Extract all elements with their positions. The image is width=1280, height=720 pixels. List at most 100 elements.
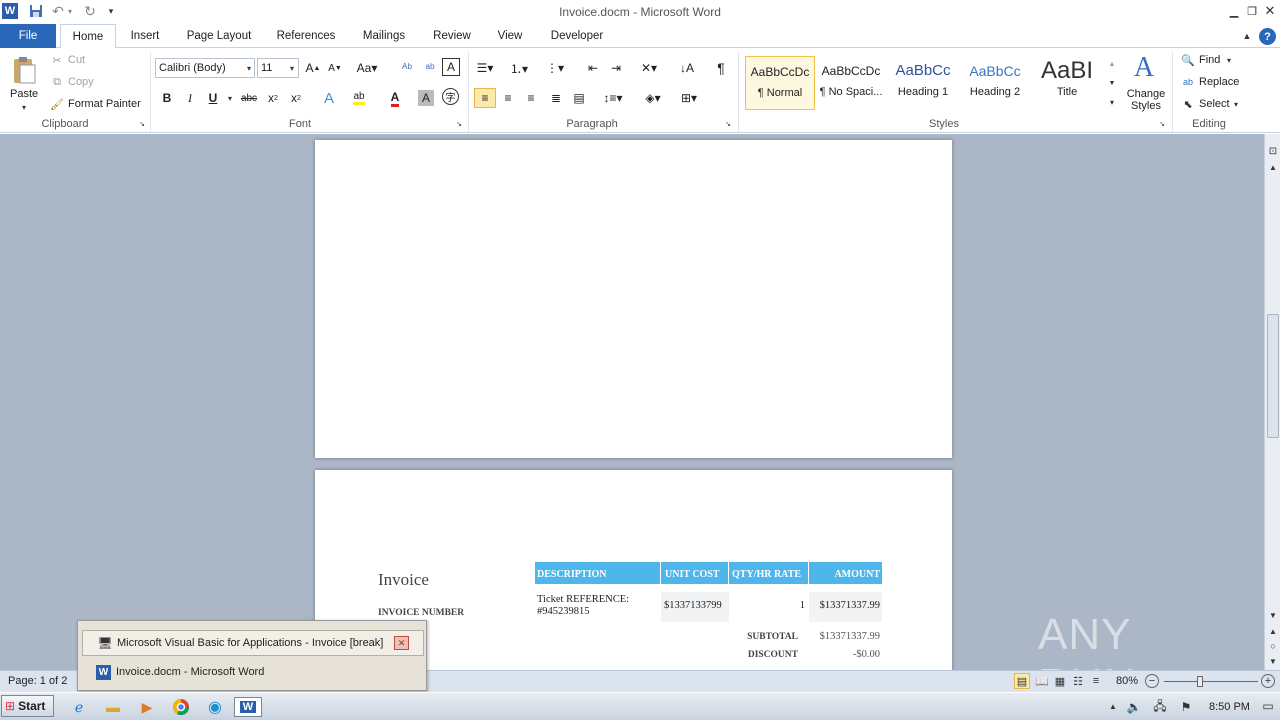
distributed-icon[interactable]: ▤ xyxy=(568,88,590,108)
select-dropdown-icon[interactable]: ▾ xyxy=(1231,98,1241,110)
popup-close-icon[interactable]: ✕ xyxy=(394,636,409,650)
text-effects-icon[interactable]: A xyxy=(318,88,340,108)
minimize-icon[interactable]: ▁ xyxy=(1226,3,1242,19)
next-page-icon[interactable]: ▼ xyxy=(1266,654,1280,668)
zoom-in-icon[interactable]: + xyxy=(1261,674,1275,688)
grow-font-icon[interactable]: A ▲ xyxy=(302,58,324,78)
highlight-icon[interactable]: ab xyxy=(348,88,370,108)
zoom-slider-thumb[interactable] xyxy=(1197,676,1203,687)
paste-dropdown-icon[interactable]: ▾ xyxy=(19,102,29,112)
sort-icon[interactable]: ↓A xyxy=(676,58,698,78)
change-styles-button[interactable]: Change Styles xyxy=(1124,88,1168,112)
zoom-slider[interactable] xyxy=(1164,681,1258,682)
font-launcher-icon[interactable]: ↘ xyxy=(455,120,463,128)
network-icon[interactable]: 🖧 xyxy=(1152,699,1168,715)
format-painter-button[interactable]: Format Painter xyxy=(68,98,141,110)
multilevel-list-icon[interactable]: ⋮▾ xyxy=(544,58,566,78)
replace-button[interactable]: Replace xyxy=(1199,76,1239,88)
character-shading-icon[interactable]: A xyxy=(418,90,434,106)
style-normal[interactable]: AaBbCcDc ¶ Normal xyxy=(745,56,815,110)
cut-button[interactable]: Cut xyxy=(68,54,85,66)
align-left-icon[interactable]: ≡ xyxy=(474,88,496,108)
zoom-level[interactable]: 80% xyxy=(1116,675,1138,687)
character-border-icon[interactable]: A xyxy=(442,58,460,76)
zoom-out-icon[interactable]: − xyxy=(1145,674,1159,688)
previous-page-icon[interactable]: ▲ xyxy=(1266,624,1280,638)
bold-icon[interactable]: B xyxy=(156,88,178,108)
replace-icon[interactable]: ab xyxy=(1180,75,1196,89)
justify-icon[interactable]: ≣ xyxy=(545,88,567,108)
popup-item-vba[interactable]: 🖥 Microsoft Visual Basic for Application… xyxy=(82,630,424,656)
decrease-indent-icon[interactable]: ⇤ xyxy=(582,58,604,78)
font-size-dropdown-icon[interactable]: ▾ xyxy=(287,60,297,76)
shading-icon[interactable]: ◈▾ xyxy=(642,88,664,108)
explorer-icon[interactable]: ▬ xyxy=(102,697,124,717)
font-name-dropdown-icon[interactable]: ▾ xyxy=(244,60,254,76)
cut-icon[interactable]: ✂ xyxy=(50,53,64,67)
show-formatting-icon[interactable]: ¶ xyxy=(710,58,732,78)
find-icon[interactable]: 🔍 xyxy=(1180,53,1196,67)
tab-file[interactable]: File xyxy=(0,24,56,48)
ruler-toggle-icon[interactable]: ⊡ xyxy=(1266,144,1280,158)
show-desktop-icon[interactable]: ▭ xyxy=(1259,698,1277,714)
select-icon[interactable]: ⬉ xyxy=(1180,97,1196,111)
paste-button[interactable]: Paste xyxy=(10,88,38,100)
change-case-icon[interactable]: Aa▾ xyxy=(356,58,378,78)
select-button[interactable]: Select xyxy=(1199,98,1230,110)
increase-indent-icon[interactable]: ⇥ xyxy=(605,58,627,78)
asian-layout-icon[interactable]: ✕▾ xyxy=(638,58,660,78)
web-layout-icon[interactable]: ▦ xyxy=(1052,673,1068,689)
find-button[interactable]: Find xyxy=(1199,54,1220,66)
style-no-spacing[interactable]: AaBbCcDc ¶ No Spaci... xyxy=(816,56,886,110)
vertical-scrollbar[interactable]: ⊡ ▲ ▼ ▲ ○ ▼ xyxy=(1264,134,1280,670)
copy-button[interactable]: Copy xyxy=(68,76,94,88)
borders-icon[interactable]: ⊞▾ xyxy=(678,88,700,108)
strikethrough-icon[interactable]: abc xyxy=(238,88,260,108)
italic-icon[interactable]: I xyxy=(179,88,201,108)
page-indicator[interactable]: Page: 1 of 2 xyxy=(8,675,67,687)
clipboard-launcher-icon[interactable]: ↘ xyxy=(138,120,146,128)
line-spacing-icon[interactable]: ↕≡▾ xyxy=(602,88,624,108)
paste-icon[interactable] xyxy=(10,54,38,86)
tab-review[interactable]: Review xyxy=(426,24,478,48)
action-center-icon[interactable]: ⚑ xyxy=(1178,699,1194,715)
tab-mailings[interactable]: Mailings xyxy=(354,24,414,48)
close-icon[interactable]: ✕ xyxy=(1262,3,1278,19)
popup-item-word[interactable]: W Invoice.docm - Microsoft Word xyxy=(82,660,424,686)
copy-icon[interactable]: ⧉ xyxy=(50,75,64,89)
scroll-up-icon[interactable]: ▲ xyxy=(1266,160,1280,174)
draft-icon[interactable]: ≡ xyxy=(1088,673,1104,689)
underline-dropdown-icon[interactable]: ▾ xyxy=(226,92,234,104)
browse-object-icon[interactable]: ○ xyxy=(1266,639,1280,653)
find-dropdown-icon[interactable]: ▾ xyxy=(1224,54,1234,66)
shrink-font-icon[interactable]: A ▼ xyxy=(324,58,346,78)
clear-formatting-icon[interactable]: ᴬᵇ xyxy=(396,58,418,78)
numbering-icon[interactable]: ⒈▾ xyxy=(508,58,530,78)
print-layout-icon[interactable]: ▤ xyxy=(1014,673,1030,689)
volume-icon[interactable]: 🔈 xyxy=(1126,699,1142,715)
chrome-icon[interactable] xyxy=(170,697,192,717)
superscript-icon[interactable]: x2 xyxy=(285,88,307,108)
tab-page-layout[interactable]: Page Layout xyxy=(180,24,258,48)
style-title[interactable]: AaBI Title xyxy=(1032,56,1102,110)
document-area[interactable]: Invoice INVOICE NUMBER DESCRIPTION UNIT … xyxy=(0,134,1264,670)
clock[interactable]: 8:50 PM xyxy=(1209,701,1250,713)
full-screen-reading-icon[interactable]: 📖 xyxy=(1034,673,1050,689)
help-icon[interactable]: ? xyxy=(1259,28,1276,45)
style-heading-1[interactable]: AaBbCc Heading 1 xyxy=(888,56,958,110)
styles-scroll-down-icon[interactable]: ▼ xyxy=(1106,75,1118,91)
enclose-characters-icon[interactable]: 字 xyxy=(442,88,459,105)
tab-view[interactable]: View xyxy=(490,24,530,48)
tab-developer[interactable]: Developer xyxy=(542,24,612,48)
paragraph-launcher-icon[interactable]: ↘ xyxy=(724,120,732,128)
scroll-down-icon[interactable]: ▼ xyxy=(1266,608,1280,622)
scroll-thumb[interactable] xyxy=(1267,314,1279,438)
font-color-icon[interactable]: A xyxy=(384,88,406,108)
word-taskbar-icon[interactable]: W xyxy=(234,697,262,717)
align-center-icon[interactable]: ≡ xyxy=(497,88,519,108)
subscript-icon[interactable]: x2 xyxy=(262,88,284,108)
page-1[interactable] xyxy=(315,140,952,458)
underline-icon[interactable]: U xyxy=(202,88,224,108)
start-button[interactable]: ⊞ Start xyxy=(1,695,54,717)
format-painter-icon[interactable]: 🖌 xyxy=(50,97,64,111)
